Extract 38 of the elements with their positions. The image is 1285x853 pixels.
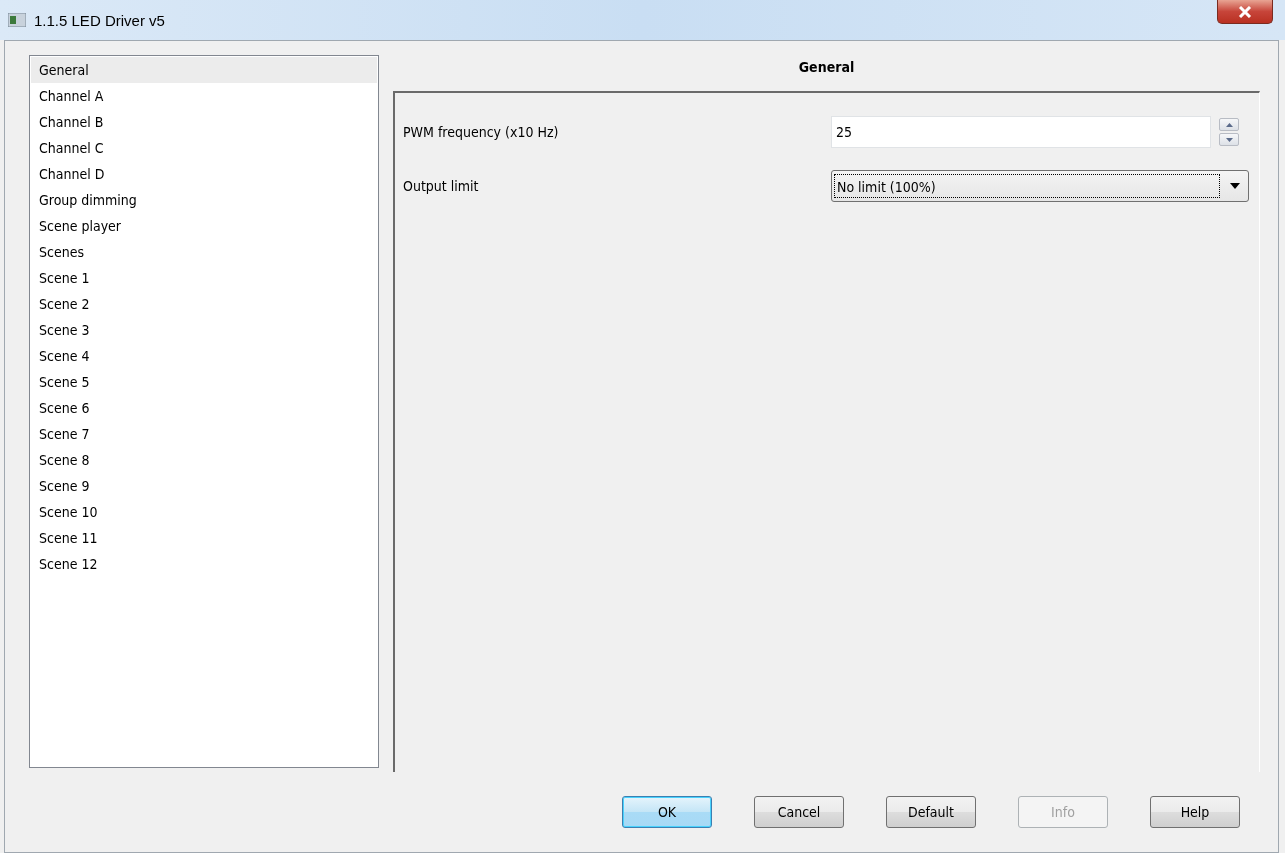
sidebar-item[interactable]: Scene 1 <box>31 265 377 291</box>
spin-up-button[interactable] <box>1219 118 1239 131</box>
close-icon <box>1238 5 1252 18</box>
window-title: 1.1.5 LED Driver v5 <box>34 11 165 29</box>
close-button[interactable] <box>1217 0 1273 24</box>
parameter-label: PWM frequency (x10 Hz) <box>403 124 560 140</box>
sidebar-item[interactable]: Scenes <box>31 239 377 265</box>
sidebar-item[interactable]: Scene 5 <box>31 369 377 395</box>
sidebar-item[interactable]: Scene 11 <box>31 525 377 551</box>
dialog-button[interactable]: Help <box>1150 796 1240 828</box>
spin-down-button[interactable] <box>1219 133 1239 146</box>
sidebar-item[interactable]: Scene 7 <box>31 421 377 447</box>
sidebar-item[interactable]: Scene 3 <box>31 317 377 343</box>
parameter-label: Output limit <box>403 178 480 194</box>
dialog-button[interactable]: Default <box>886 796 976 828</box>
sidebar-item[interactable]: Channel A <box>31 83 377 109</box>
sidebar-item[interactable]: Scene 4 <box>31 343 377 369</box>
sidebar-item[interactable]: Channel D <box>31 161 377 187</box>
sidebar-item[interactable]: Channel B <box>31 109 377 135</box>
sidebar-item[interactable]: Scene 12 <box>31 551 377 577</box>
dialog-button[interactable]: OK <box>622 796 712 828</box>
down-triangle-icon <box>1225 137 1233 142</box>
sidebar-item[interactable]: Scene 2 <box>31 291 377 317</box>
sidebar-item[interactable]: General <box>31 57 377 83</box>
sidebar-item[interactable]: Scene 6 <box>31 395 377 421</box>
dialog-button[interactable]: Cancel <box>754 796 844 828</box>
dropdown[interactable]: No limit (100%) <box>831 170 1249 202</box>
caret-icon <box>1230 183 1240 189</box>
window-icon <box>8 13 26 27</box>
up-triangle-icon <box>1225 122 1233 127</box>
sidebar-item[interactable]: Scene player <box>31 213 377 239</box>
sidebar-item[interactable]: Scene 8 <box>31 447 377 473</box>
sidebar-item[interactable]: Group dimming <box>31 187 377 213</box>
panel-title: General <box>797 58 856 77</box>
number-field[interactable]: 25 <box>831 116 1211 148</box>
sidebar-item[interactable]: Scene 9 <box>31 473 377 499</box>
sidebar-item[interactable]: Scene 10 <box>31 499 377 525</box>
sidebar-item[interactable]: Channel C <box>31 135 377 161</box>
